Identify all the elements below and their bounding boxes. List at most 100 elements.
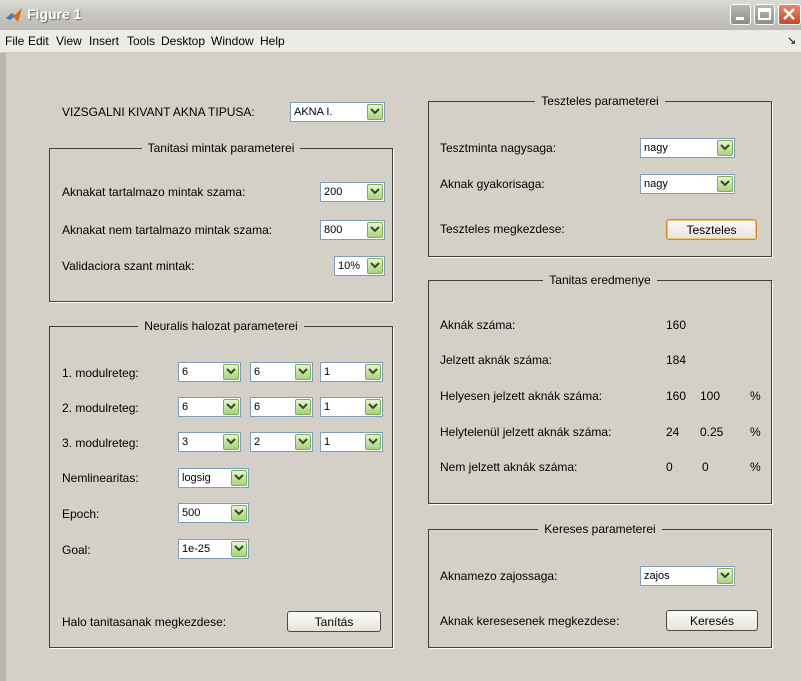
menu-tools[interactable]: Tools xyxy=(127,34,155,48)
nonmine-samples-select[interactable]: 800 xyxy=(320,220,385,240)
search-params-title: Kereses parameterei xyxy=(538,522,662,536)
chevron-down-icon[interactable] xyxy=(367,104,383,120)
chevron-down-icon[interactable] xyxy=(367,184,383,200)
result-label: Jelzett aknák száma: xyxy=(440,353,553,367)
layer-1-label: 1. modulreteg: xyxy=(62,366,139,380)
close-icon xyxy=(783,8,795,20)
chevron-down-icon[interactable] xyxy=(717,568,733,584)
train-button[interactable]: Tanítás xyxy=(287,611,381,632)
nonmine-samples-label: Aknakat nem tartalmazo mintak szama: xyxy=(62,223,273,237)
layer-1-select-1[interactable]: 6 xyxy=(178,362,241,382)
title-bar[interactable]: Figure 1 xyxy=(0,0,801,31)
result-count: 160 xyxy=(666,318,687,332)
search-button[interactable]: Keresés xyxy=(666,610,758,631)
chevron-down-icon[interactable] xyxy=(295,434,311,450)
goal-select[interactable]: 1e-25 xyxy=(178,539,249,559)
minimize-icon xyxy=(736,17,744,20)
mine-frequency-label: Aknak gyakorisaga: xyxy=(440,177,545,191)
layer-1-value-1: 6 xyxy=(182,366,189,378)
layer-1-value-3: 1 xyxy=(324,366,331,378)
mine-type-value: AKNA I. xyxy=(294,106,333,118)
test-size-value: nagy xyxy=(644,142,668,154)
mine-samples-label: Aknakat tartalmazo mintak szama: xyxy=(62,185,246,199)
goal-label: Goal: xyxy=(62,543,91,557)
layer-3-label: 3. modulreteg: xyxy=(62,436,139,450)
chevron-down-icon[interactable] xyxy=(295,364,311,380)
mine-frequency-value: nagy xyxy=(644,178,668,190)
result-count: 0 xyxy=(666,460,673,474)
test-start-label: Teszteles megkezdese: xyxy=(440,222,565,236)
goal-value: 1e-25 xyxy=(182,543,211,555)
test-button[interactable]: Teszteles xyxy=(666,219,757,240)
chevron-down-icon[interactable] xyxy=(231,505,247,521)
layer-2-select-3[interactable]: 1 xyxy=(320,397,383,417)
menu-insert[interactable]: Insert xyxy=(89,34,119,48)
chevron-down-icon[interactable] xyxy=(717,176,733,192)
window-title: Figure 1 xyxy=(27,6,82,22)
result-label: Helyesen jelzett aknák száma: xyxy=(440,389,603,403)
noise-select[interactable]: zajos xyxy=(640,566,735,586)
chevron-down-icon[interactable] xyxy=(231,541,247,557)
menu-edit[interactable]: Edit xyxy=(28,34,49,48)
result-label: Helytelenül jelzett aknák száma: xyxy=(440,425,612,439)
chevron-down-icon[interactable] xyxy=(365,434,381,450)
layer-1-select-3[interactable]: 1 xyxy=(320,362,383,382)
menu-help[interactable]: Help xyxy=(260,34,285,48)
chevron-down-icon[interactable] xyxy=(365,399,381,415)
close-button[interactable] xyxy=(778,4,801,25)
chevron-down-icon[interactable] xyxy=(223,399,239,415)
chevron-down-icon[interactable] xyxy=(231,470,247,486)
layer-3-value-3: 1 xyxy=(324,436,331,448)
noise-label: Aknamezo zajossaga: xyxy=(440,569,558,583)
result-ratio: 0 xyxy=(702,460,709,474)
mine-samples-select[interactable]: 200 xyxy=(320,182,385,202)
layer-3-value-2: 2 xyxy=(254,436,261,448)
window-left-edge xyxy=(0,53,6,681)
chevron-down-icon[interactable] xyxy=(717,140,733,156)
menu-view[interactable]: View xyxy=(56,34,82,48)
menu-desktop[interactable]: Desktop xyxy=(161,34,205,48)
result-unit: % xyxy=(750,460,761,474)
chevron-down-icon[interactable] xyxy=(223,434,239,450)
noise-value: zajos xyxy=(644,570,670,582)
result-label: Aknák száma: xyxy=(440,318,516,332)
test-size-label: Tesztminta nagysaga: xyxy=(440,141,557,155)
menu-bar: File Edit View Insert Tools Desktop Wind… xyxy=(0,30,801,53)
search-start-label: Aknak keresesenek megkezdese: xyxy=(440,614,620,628)
layer-2-label: 2. modulreteg: xyxy=(62,401,139,415)
menu-file[interactable]: File xyxy=(5,34,24,48)
network-params-title: Neuralis halozat parameterei xyxy=(138,319,304,333)
layer-2-select-2[interactable]: 6 xyxy=(250,397,313,417)
toolbar-overflow-icon[interactable]: ↘ xyxy=(787,34,796,47)
training-params-title: Tanitasi mintak parameterei xyxy=(141,141,301,155)
menu-window[interactable]: Window xyxy=(211,34,254,48)
maximize-icon xyxy=(758,8,771,20)
validation-samples-value: 10% xyxy=(338,260,361,272)
layer-3-select-1[interactable]: 3 xyxy=(178,432,241,452)
chevron-down-icon[interactable] xyxy=(223,364,239,380)
result-ratio: 100 xyxy=(700,389,721,403)
mine-type-select[interactable]: AKNA I. xyxy=(290,102,385,122)
layer-3-select-3[interactable]: 1 xyxy=(320,432,383,452)
layer-2-select-1[interactable]: 6 xyxy=(178,397,241,417)
train-start-label: Halo tanitasanak megkezdese: xyxy=(62,615,227,629)
chevron-down-icon[interactable] xyxy=(295,399,311,415)
minimize-button[interactable] xyxy=(730,4,751,25)
layer-3-select-2[interactable]: 2 xyxy=(250,432,313,452)
chevron-down-icon[interactable] xyxy=(367,222,383,238)
mine-type-label: VIZSGALNI KIVANT AKNA TIPUSA: xyxy=(62,105,255,119)
test-size-select[interactable]: nagy xyxy=(640,138,735,158)
epoch-select[interactable]: 500 xyxy=(178,503,249,523)
validation-samples-label: Validaciora szant mintak: xyxy=(62,259,195,273)
chevron-down-icon[interactable] xyxy=(367,258,383,274)
layer-1-select-2[interactable]: 6 xyxy=(250,362,313,382)
maximize-button[interactable] xyxy=(754,4,775,25)
nonmine-samples-value: 800 xyxy=(324,224,343,236)
result-unit: % xyxy=(750,425,761,439)
layer-2-value-2: 6 xyxy=(254,401,261,413)
mine-frequency-select[interactable]: nagy xyxy=(640,174,735,194)
validation-samples-select[interactable]: 10% xyxy=(334,256,385,276)
nonlinearity-value: logsig xyxy=(182,472,211,484)
chevron-down-icon[interactable] xyxy=(365,364,381,380)
nonlinearity-select[interactable]: logsig xyxy=(178,468,249,488)
